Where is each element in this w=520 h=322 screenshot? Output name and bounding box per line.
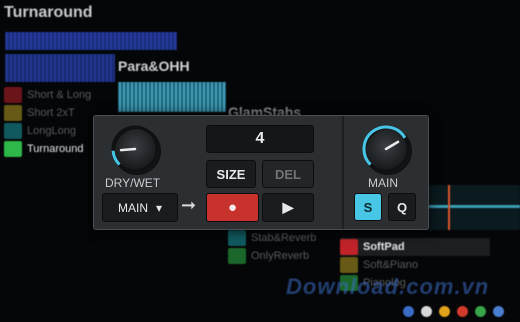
slot-color-chip xyxy=(228,248,246,264)
deck-title: Turnaround xyxy=(4,4,93,21)
waveform-2 xyxy=(5,54,115,82)
slot-color-chip xyxy=(4,123,22,139)
main-output-select[interactable]: MAIN ▾ xyxy=(102,193,178,222)
main-knob-arc xyxy=(362,125,410,173)
dot xyxy=(475,306,486,317)
slot-soft-piano[interactable]: Soft&Piano xyxy=(340,256,490,274)
waveform-1 xyxy=(5,32,177,50)
dot xyxy=(421,306,432,317)
watermark-dots xyxy=(396,304,504,322)
record-button[interactable]: ● xyxy=(206,193,259,222)
main-knob-label: MAIN xyxy=(368,176,398,190)
slot-onlyreverb[interactable]: OnlyReverb xyxy=(228,247,338,265)
main-select-label: MAIN xyxy=(117,200,148,215)
dot xyxy=(457,306,468,317)
chevron-down-icon: ▾ xyxy=(155,200,163,215)
panel-divider xyxy=(342,116,344,229)
play-button[interactable]: ▶ xyxy=(262,193,314,222)
left-slot-list: Short & Long Short 2xT LongLong Turnarou… xyxy=(4,86,94,158)
right-waveform-area xyxy=(425,185,520,230)
slot-turnaround[interactable]: Turnaround xyxy=(4,140,94,158)
slot-short-2xt[interactable]: Short 2xT xyxy=(4,104,94,122)
dot xyxy=(493,306,504,317)
slot-color-chip xyxy=(4,105,22,121)
slot-color-chip xyxy=(4,141,22,157)
slot-longlong[interactable]: LongLong xyxy=(4,122,94,140)
arrow-right-icon: ➞ xyxy=(181,195,197,215)
play-icon: ▶ xyxy=(282,199,294,215)
slot-short-long[interactable]: Short & Long xyxy=(4,86,94,104)
loop-size-value: 4 xyxy=(255,130,265,147)
slot-color-chip xyxy=(4,87,22,103)
loop-recorder-panel: DRY/WET MAIN ▾ ➞ 4 SIZE DEL ● ▶ MAIN S Q xyxy=(93,115,429,230)
slot-stab-reverb[interactable]: Stab&Reverb xyxy=(228,229,338,247)
clip-label-para-ohh[interactable]: Para&OHH xyxy=(118,58,190,74)
slot-softpad[interactable]: SoftPad xyxy=(340,238,490,256)
size-button[interactable]: SIZE xyxy=(206,160,256,188)
sync-button[interactable]: S xyxy=(354,193,382,221)
quantize-button[interactable]: Q xyxy=(388,193,416,221)
main-volume-knob[interactable] xyxy=(362,125,412,175)
dry-wet-label: DRY/WET xyxy=(105,176,161,190)
slot-color-chip xyxy=(228,230,246,246)
watermark: Download.com.vn xyxy=(286,274,490,299)
dry-wet-knob[interactable] xyxy=(111,125,161,175)
slot-color-chip xyxy=(340,239,358,255)
dot xyxy=(439,306,450,317)
playhead-marker xyxy=(448,185,450,230)
loop-size-display: 4 xyxy=(206,125,314,153)
dot xyxy=(403,306,414,317)
waveform-line xyxy=(425,205,520,208)
waveform-3 xyxy=(118,82,226,112)
dry-wet-knob-arc xyxy=(111,125,159,173)
lower-slot-list: Stab&Reverb OnlyReverb xyxy=(228,229,338,265)
record-icon: ● xyxy=(227,199,238,216)
slot-color-chip xyxy=(340,257,358,273)
del-button[interactable]: DEL xyxy=(262,160,314,188)
